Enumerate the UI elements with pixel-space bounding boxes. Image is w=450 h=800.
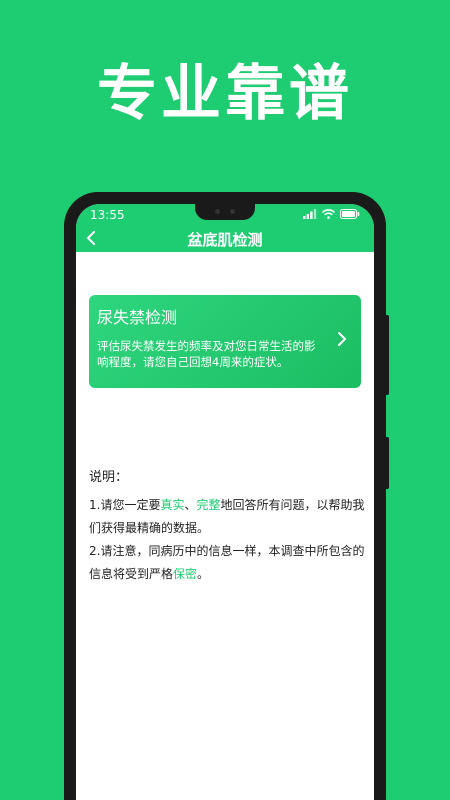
instruction-item-2: 2.请注意，同病历中的信息一样，本调查中所包含的信息将受到严格保密。 [89, 540, 365, 586]
status-time: 13:55 [90, 208, 125, 222]
highlight-text: 保密 [173, 567, 198, 581]
content-area: 尿失禁检测 评估尿失禁发生的频率及对您日常生活的影响程度，请您自己回想4周来的症… [76, 252, 374, 800]
promo-title: 专业靠谱 [97, 59, 353, 129]
instruction-text: 1.请您一定要 [89, 498, 161, 512]
card-description: 评估尿失禁发生的频率及对您日常生活的影响程度，请您自己回想4周来的症状。 [97, 339, 316, 369]
nav-bar: 盆底肌检测 [76, 226, 374, 254]
card-title: 尿失禁检测 [97, 308, 178, 327]
instruction-item-1: 1.请您一定要真实、完整地回答所有问题，以帮助我们获得最精确的数据。 [89, 494, 365, 540]
instructions: 说明： 1.请您一定要真实、完整地回答所有问题，以帮助我们获得最精确的数据。 2… [89, 468, 365, 586]
phone-frame: 13:55 盆底肌检测 尿失禁检测 评估尿失禁发生的频率及对您日常生活的影响程度… [64, 192, 386, 800]
instructions-heading: 说明： [89, 470, 129, 485]
page-title: 盆底肌检测 [187, 231, 263, 249]
signal-icon [303, 209, 317, 219]
status-icons [303, 209, 360, 219]
battery-icon [340, 209, 360, 219]
camera-notch [195, 204, 255, 220]
urinary-incontinence-test-card[interactable]: 尿失禁检测 评估尿失禁发生的频率及对您日常生活的影响程度，请您自己回想4周来的症… [89, 295, 361, 388]
phone-screen: 13:55 盆底肌检测 尿失禁检测 评估尿失禁发生的频率及对您日常生活的影响程度… [76, 204, 374, 800]
highlight-text: 完整 [196, 498, 221, 512]
wifi-icon [322, 209, 335, 219]
highlight-text: 真实 [160, 498, 185, 512]
instruction-text: 、 [184, 498, 197, 512]
chevron-right-icon [338, 332, 347, 346]
instruction-text: 。 [197, 567, 210, 581]
instruction-text: 2.请注意，同病历中的信息一样，本调查中所包含的信息将受到严格 [89, 544, 365, 581]
